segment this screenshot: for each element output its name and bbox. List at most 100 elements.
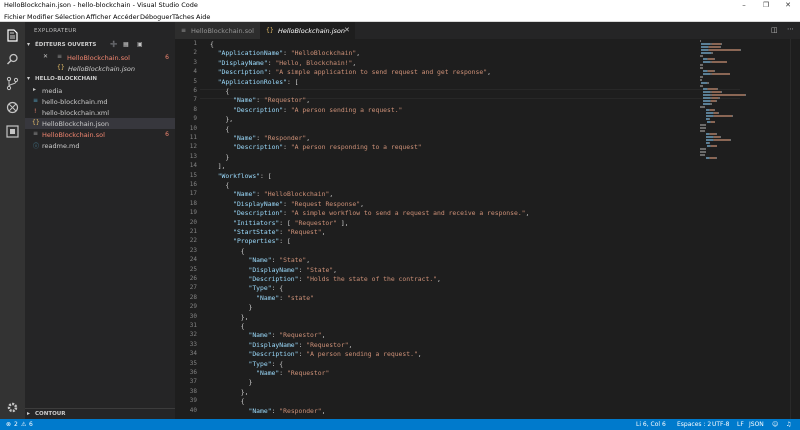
minimap-mark: [700, 148, 707, 150]
minimap-mark: [703, 94, 711, 96]
file-item-selected[interactable]: {} HelloBlockchain.json: [25, 118, 175, 129]
new-file-icon[interactable]: ➕: [110, 41, 117, 48]
minimap-mark: [700, 154, 705, 156]
maximize-button[interactable]: ❐: [755, 0, 777, 11]
vertical-scrollbar[interactable]: [790, 39, 800, 419]
code-line: },: [210, 313, 249, 321]
minimap-mark: [700, 124, 707, 126]
more-actions-icon[interactable]: ⋯: [787, 25, 794, 33]
open-editors-section[interactable]: ▾ ÉDITEURS OUVERTS ➕ ▦ ▣: [25, 40, 175, 50]
files-icon[interactable]: [5, 28, 20, 43]
json-punctuation: :: [283, 199, 291, 208]
line-number: 21: [189, 228, 197, 235]
json-punctuation: ,: [360, 199, 364, 208]
menu-help[interactable]: Aide: [196, 13, 210, 21]
menu-tasks[interactable]: Tâches: [172, 13, 194, 21]
json-key: "Name": [248, 406, 272, 415]
minimap-mark: [715, 157, 717, 159]
minimap-mark: [708, 118, 711, 120]
split-editor-icon[interactable]: ◫: [771, 26, 778, 34]
minimize-button[interactable]: –: [733, 0, 755, 11]
json-punctuation: [210, 275, 248, 283]
tab-helloblockchain-sol[interactable]: ≡ HelloBlockchain.sol: [175, 22, 260, 39]
file-item[interactable]: ≡ HelloBlockchain.sol 6: [25, 129, 175, 140]
feedback-icon[interactable]: ☺: [772, 421, 778, 428]
menu-view[interactable]: Afficher: [86, 13, 111, 21]
close-icon[interactable]: ✕: [43, 53, 48, 60]
problem-count-badge: 6: [165, 130, 169, 138]
open-editor-item[interactable]: {} HelloBlockchain.json: [25, 63, 175, 74]
search-icon[interactable]: [5, 52, 20, 67]
code-line: "Initiators": [ "Requestor" ],: [210, 218, 348, 227]
code-line: }: [210, 303, 252, 311]
json-key: "DisplayName": [233, 199, 284, 208]
json-punctuation: }: [210, 378, 253, 387]
line-number: 24: [189, 256, 197, 264]
json-string: "state": [286, 293, 314, 302]
indentation[interactable]: Espaces : 2: [677, 421, 711, 428]
json-punctuation: ,: [306, 96, 311, 105]
minimap-mark: [705, 112, 713, 114]
menu-edit[interactable]: Modifier: [27, 13, 53, 21]
line-number: 39: [189, 397, 197, 405]
line-number: 30: [189, 312, 197, 320]
minimap-mark: [711, 121, 715, 123]
code-line: "Properties": [: [210, 237, 291, 245]
json-punctuation: [210, 200, 233, 208]
json-string: "Responder": [263, 134, 307, 142]
file-item[interactable]: ⓘ readme.md: [25, 140, 175, 151]
menu-file[interactable]: Fichier: [4, 13, 25, 21]
extensions-icon[interactable]: [5, 124, 20, 139]
minimap-mark: [700, 76, 703, 78]
folder-item-media[interactable]: ▸ media: [25, 85, 175, 96]
end-of-line[interactable]: LF: [737, 421, 744, 428]
json-key: "Type": [248, 359, 272, 368]
close-tab-icon[interactable]: ✕: [344, 26, 350, 34]
minimap-mark: [720, 46, 722, 48]
code-line: "Description": "A person sending a reque…: [210, 350, 422, 359]
warning-count[interactable]: 6: [29, 421, 33, 428]
error-count[interactable]: 2: [14, 421, 18, 428]
json-punctuation: : [: [260, 171, 272, 180]
file-item[interactable]: ≡ hello-blockchain.md: [25, 96, 175, 107]
file-item[interactable]: ! hello-blockchain.xml: [25, 107, 175, 118]
folder-section[interactable]: ▾ HELLO-BLOCKCHAIN: [25, 74, 175, 84]
code-line: {: [210, 87, 229, 95]
minimap-mark: [713, 58, 715, 60]
line-number: 36: [189, 369, 197, 376]
error-icon[interactable]: ⊗: [6, 421, 11, 428]
language-mode[interactable]: JSON: [749, 421, 764, 428]
json-punctuation: [210, 172, 218, 180]
source-control-icon[interactable]: [5, 76, 20, 91]
json-string: "A simple workflow to send a request and…: [290, 209, 526, 218]
tab-helloblockchain-json[interactable]: {} HelloBlockchain.json ✕: [260, 22, 355, 39]
close-window-button[interactable]: ✕: [777, 0, 799, 11]
bell-icon[interactable]: ♫: [786, 421, 791, 428]
menu-selection[interactable]: Sélection: [55, 13, 85, 21]
json-punctuation: {: [210, 397, 245, 406]
json-punctuation: ,: [417, 350, 422, 359]
gear-icon[interactable]: [5, 400, 20, 415]
close-all-icon[interactable]: ▣: [137, 41, 143, 48]
menu-debug[interactable]: Déboguer: [140, 13, 172, 21]
code-line: "Workflows": [: [210, 172, 272, 180]
minimap-mark: [701, 49, 709, 51]
code-line: }: [210, 378, 252, 386]
minimap[interactable]: [700, 40, 760, 160]
open-editor-item[interactable]: ✕ ≡ HelloBlockchain.sol 6: [25, 52, 175, 63]
outline-section[interactable]: ▸ CONTOUR: [25, 408, 175, 418]
json-punctuation: ,: [333, 265, 338, 274]
json-key: "Description": [233, 105, 284, 114]
json-punctuation: : [: [279, 237, 291, 246]
cursor-position[interactable]: Li 6, Col 6: [636, 421, 666, 428]
json-string: "Requestor": [294, 218, 337, 227]
json-punctuation: [210, 294, 256, 302]
debug-icon[interactable]: [5, 100, 20, 115]
code-line: {: [210, 40, 214, 48]
warning-icon[interactable]: ⚠: [21, 421, 26, 428]
minimap-mark: [713, 109, 715, 111]
minimap-mark: [711, 94, 746, 96]
save-all-icon[interactable]: ▦: [123, 41, 129, 48]
menu-go[interactable]: Accéder: [113, 13, 139, 21]
encoding[interactable]: UTF-8: [712, 421, 730, 428]
